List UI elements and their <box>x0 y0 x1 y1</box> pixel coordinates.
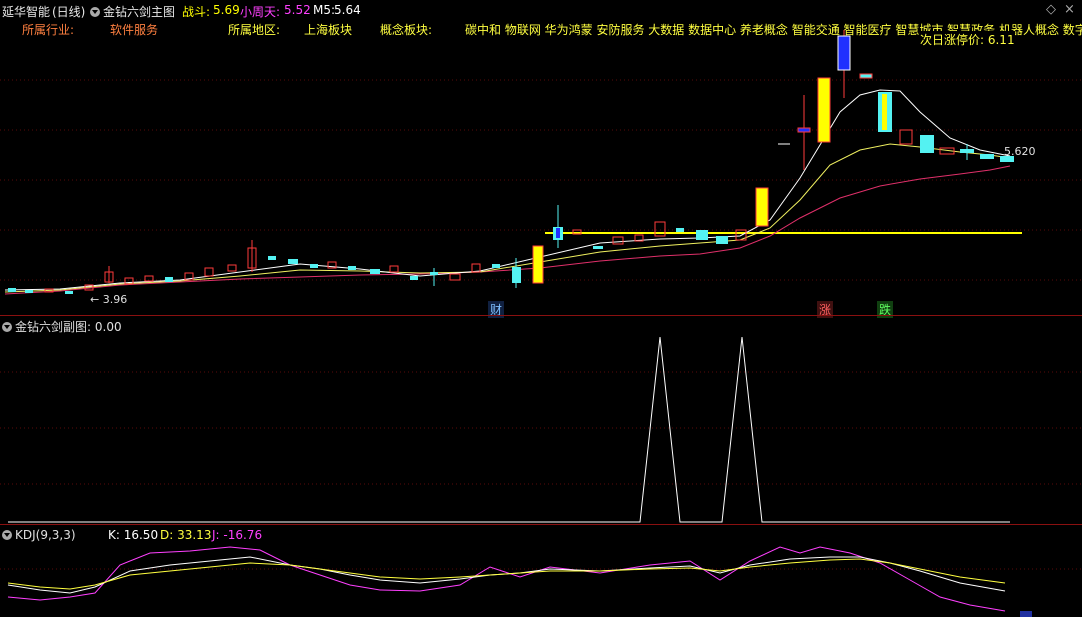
sub-indicator-chart[interactable] <box>0 316 1082 524</box>
candles-mid <box>553 30 1014 249</box>
current-price-label: 5.620 <box>1004 145 1036 158</box>
signal-line <box>8 336 1010 523</box>
kdj-chart[interactable] <box>0 525 1082 617</box>
ma-pink <box>4 165 1011 295</box>
ma-white <box>4 89 1011 291</box>
kdj-d-line <box>7 558 1006 590</box>
candlestick-chart[interactable] <box>0 0 1082 316</box>
kdj-k-line <box>7 556 1006 594</box>
low-price-label: ← 3.96 <box>90 293 128 306</box>
